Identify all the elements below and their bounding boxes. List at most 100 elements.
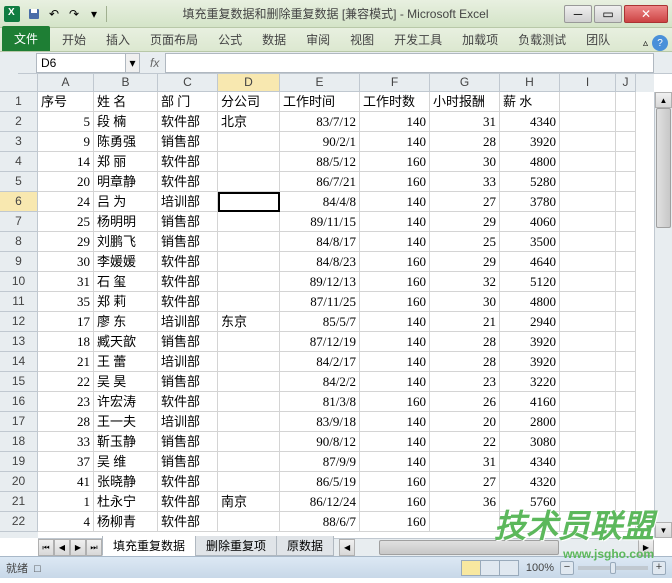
cell[interactable]: 4160 (500, 392, 560, 412)
select-all-button[interactable] (0, 74, 38, 92)
cell[interactable]: 刘鹏飞 (94, 232, 158, 252)
cell[interactable]: 36 (430, 492, 500, 512)
hscroll-thumb[interactable] (379, 540, 559, 555)
row-header-12[interactable]: 12 (0, 312, 38, 332)
cell[interactable]: 杨柳青 (94, 512, 158, 532)
cell[interactable]: 86/12/24 (280, 492, 360, 512)
minimize-button[interactable]: ─ (564, 5, 592, 23)
cell[interactable]: 段 楠 (94, 112, 158, 132)
cell[interactable]: 30 (430, 152, 500, 172)
cell[interactable] (616, 332, 636, 352)
cell[interactable]: 培训部 (158, 192, 218, 212)
vscroll-track[interactable] (655, 108, 672, 522)
cell[interactable]: 明章静 (94, 172, 158, 192)
cell[interactable]: 软件部 (158, 172, 218, 192)
tab-page-layout[interactable]: 页面布局 (140, 28, 208, 51)
cell[interactable]: 87/11/25 (280, 292, 360, 312)
row-header-3[interactable]: 3 (0, 132, 38, 152)
cell[interactable] (218, 352, 280, 372)
cell[interactable]: 18 (38, 332, 94, 352)
view-page-layout-button[interactable] (480, 560, 500, 576)
cell[interactable]: 140 (360, 312, 430, 332)
cell[interactable]: 28 (430, 332, 500, 352)
sheet-tab-2[interactable]: 原数据 (276, 536, 334, 556)
cell-header[interactable]: 分公司 (218, 92, 280, 112)
vscroll-up-button[interactable]: ▲ (655, 92, 672, 108)
row-header-6[interactable]: 6 (0, 192, 38, 212)
cell[interactable]: 吴 昊 (94, 372, 158, 392)
cell[interactable]: 90/8/12 (280, 432, 360, 452)
cell[interactable]: 培训部 (158, 352, 218, 372)
vertical-scrollbar[interactable]: ▲ ▼ (654, 92, 672, 538)
cell[interactable]: 86/5/19 (280, 472, 360, 492)
help-icon[interactable]: ? (652, 35, 668, 51)
cell[interactable]: 廖 东 (94, 312, 158, 332)
cell[interactable]: 160 (360, 512, 430, 532)
cell[interactable]: 140 (360, 192, 430, 212)
cell[interactable] (616, 512, 636, 532)
cell[interactable] (560, 432, 616, 452)
cell[interactable] (616, 432, 636, 452)
cell[interactable] (218, 152, 280, 172)
cell[interactable]: 89/11/15 (280, 212, 360, 232)
col-header-F[interactable]: F (360, 74, 430, 92)
cell[interactable] (616, 392, 636, 412)
col-header-B[interactable]: B (94, 74, 158, 92)
cell[interactable]: 22 (430, 432, 500, 452)
cell[interactable]: 3220 (500, 372, 560, 392)
cell[interactable] (218, 212, 280, 232)
cell[interactable]: 84/2/2 (280, 372, 360, 392)
cell[interactable]: 4320 (500, 472, 560, 492)
cell[interactable]: 5280 (500, 172, 560, 192)
cell[interactable] (616, 92, 636, 112)
row-header-10[interactable]: 10 (0, 272, 38, 292)
cell[interactable] (218, 512, 280, 532)
row-header-20[interactable]: 20 (0, 472, 38, 492)
tab-view[interactable]: 视图 (340, 28, 384, 51)
cell[interactable] (616, 412, 636, 432)
cell[interactable] (560, 512, 616, 532)
cell[interactable]: 王 蕾 (94, 352, 158, 372)
cell[interactable]: 140 (360, 352, 430, 372)
cell[interactable]: 石 玺 (94, 272, 158, 292)
cell[interactable]: 张晓静 (94, 472, 158, 492)
cell[interactable]: 培训部 (158, 312, 218, 332)
cell[interactable] (616, 312, 636, 332)
cell[interactable]: 培训部 (158, 412, 218, 432)
sheet-tab-0[interactable]: 填充重复数据 (102, 536, 196, 556)
cell[interactable] (218, 412, 280, 432)
cell[interactable]: 软件部 (158, 292, 218, 312)
cell[interactable]: 27 (430, 472, 500, 492)
cell[interactable] (560, 412, 616, 432)
cell[interactable] (560, 452, 616, 472)
name-box[interactable]: D6 (36, 53, 126, 73)
cell[interactable]: 4 (38, 512, 94, 532)
cell[interactable] (560, 492, 616, 512)
cell[interactable]: 吴 维 (94, 452, 158, 472)
zoom-in-button[interactable]: + (652, 561, 666, 575)
cell[interactable]: 85/5/7 (280, 312, 360, 332)
cell[interactable]: 84/4/8 (280, 192, 360, 212)
row-header-1[interactable]: 1 (0, 92, 38, 112)
cell[interactable]: 30 (38, 252, 94, 272)
cell[interactable]: 销售部 (158, 452, 218, 472)
cell[interactable]: 软件部 (158, 472, 218, 492)
col-header-A[interactable]: A (38, 74, 94, 92)
close-button[interactable]: ✕ (624, 5, 668, 23)
col-header-J[interactable]: J (616, 74, 636, 92)
qat-dropdown-icon[interactable]: ▾ (85, 5, 103, 23)
tab-load-test[interactable]: 负载测试 (508, 28, 576, 51)
maximize-button[interactable]: ▭ (594, 5, 622, 23)
cell[interactable]: 4060 (500, 212, 560, 232)
cell[interactable] (616, 192, 636, 212)
cell[interactable]: 27 (430, 192, 500, 212)
row-header-4[interactable]: 4 (0, 152, 38, 172)
cell[interactable] (560, 92, 616, 112)
sheet-nav-next[interactable]: ▶ (70, 539, 86, 556)
cell[interactable]: 140 (360, 132, 430, 152)
zoom-level[interactable]: 100% (526, 562, 554, 574)
cell[interactable]: 臧天歆 (94, 332, 158, 352)
cell[interactable]: 160 (360, 172, 430, 192)
cell[interactable]: 35 (38, 292, 94, 312)
ribbon-collapse-icon[interactable]: ▵ (643, 38, 648, 49)
